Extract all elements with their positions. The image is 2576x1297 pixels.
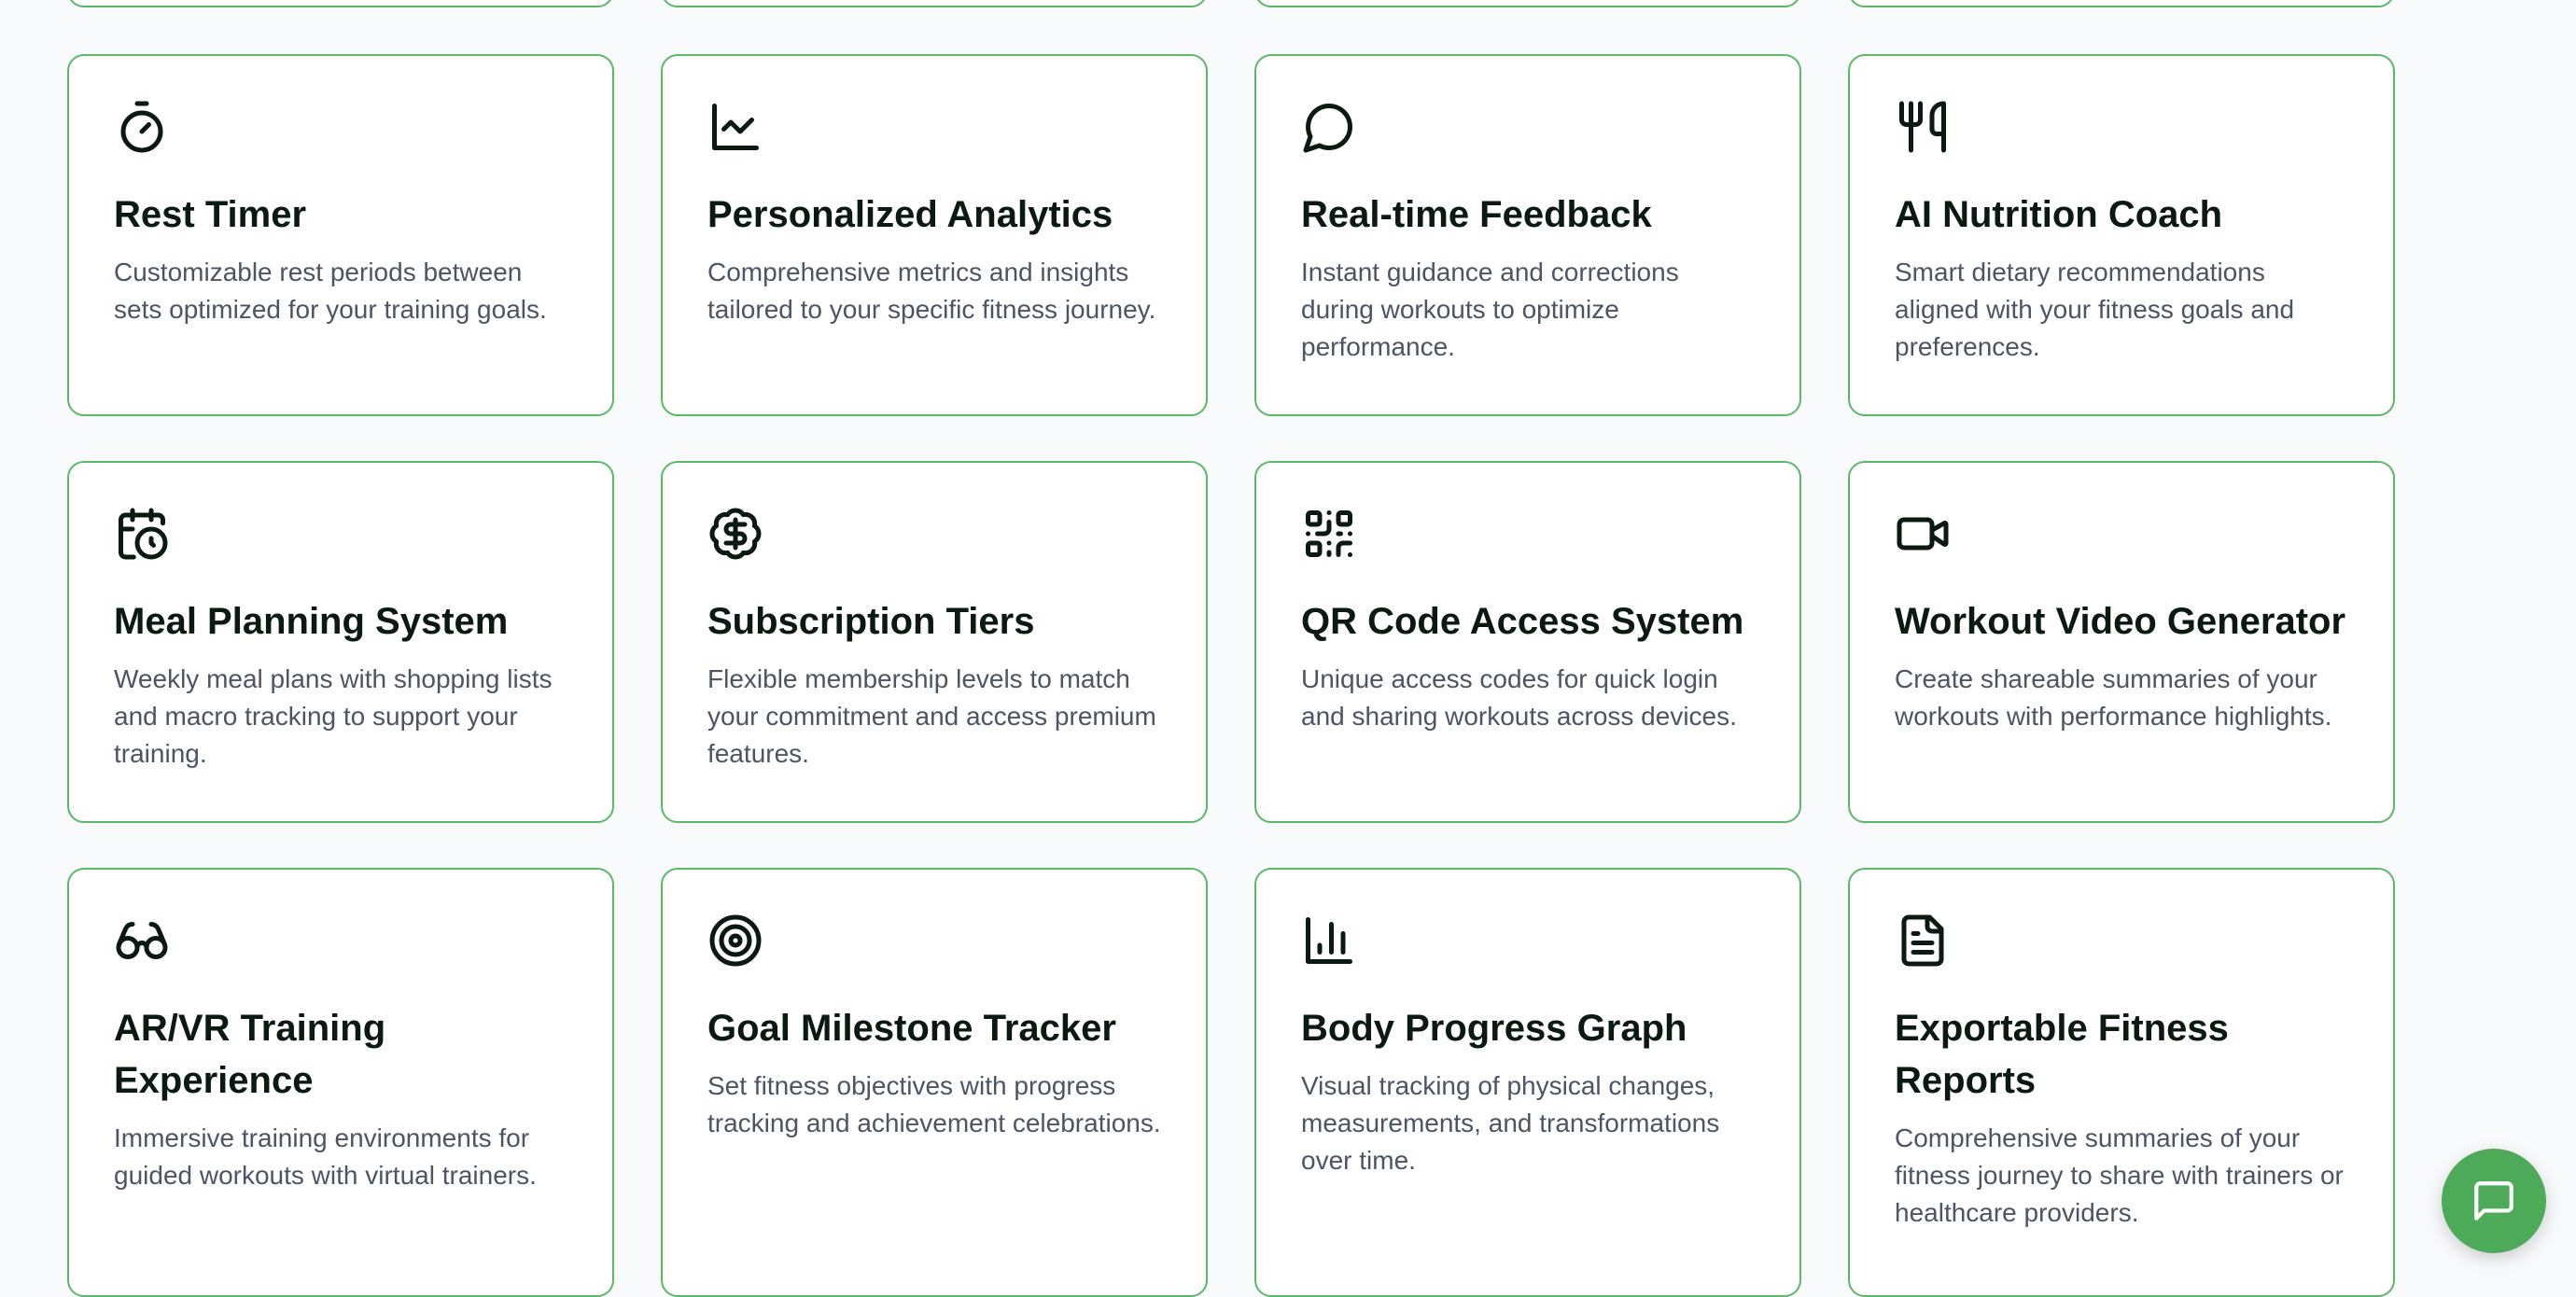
feature-title: Real-time Feedback [1301,194,1652,235]
feature-description: Customizable rest periods between sets o… [114,258,547,324]
feature-card-meal-planning-system: Meal Planning System Weekly meal plans w… [67,461,614,823]
feature-description: Comprehensive metrics and insights tailo… [707,258,1156,324]
glasses-icon [114,913,170,976]
line-chart-icon [707,99,763,162]
feature-title: Workout Video Generator [1895,601,2346,642]
feature-description: Comprehensive summaries of your fitness … [1895,1123,2344,1227]
feature-title: Body Progress Graph [1301,1008,1687,1049]
feature-title: AR/VR Training Experience [114,1008,386,1101]
dollar-badge-icon [707,506,763,569]
feature-card-goal-milestone-tracker: Goal Milestone Tracker Set fitness objec… [661,868,1208,1297]
feature-description: Smart dietary recommendations aligned wi… [1895,258,2295,361]
feature-card-partial [67,0,614,7]
speech-bubble-icon [1301,99,1357,162]
utensils-icon [1895,99,1951,162]
feature-card-exportable-fitness-reports: Exportable Fitness Reports Comprehensive… [1848,868,2395,1297]
feature-card-partial [1254,0,1801,7]
feature-description: Instant guidance and corrections during … [1301,258,1679,361]
feature-title: Exportable Fitness Reports [1895,1008,2229,1101]
feature-description: Create shareable summaries of your worko… [1895,664,2332,731]
feature-description: Visual tracking of physical changes, mea… [1301,1071,1720,1175]
feature-card-partial [661,0,1208,7]
feature-description: Immersive training environments for guid… [114,1123,537,1190]
feature-title: Meal Planning System [114,601,509,642]
feature-card-ar-vr-training-experience: AR/VR Training Experience Immersive trai… [67,868,614,1297]
feature-card-body-progress-graph: Body Progress Graph Visual tracking of p… [1254,868,1801,1297]
feature-card-ai-nutrition-coach: AI Nutrition Coach Smart dietary recomme… [1848,54,2395,416]
stopwatch-icon [114,99,170,162]
document-icon [1895,913,1951,976]
feature-title: Rest Timer [114,194,307,235]
feature-card-workout-video-generator: Workout Video Generator Create shareable… [1848,461,2395,823]
feature-description: Set fitness objectives with progress tra… [707,1071,1161,1137]
feature-title: Goal Milestone Tracker [707,1008,1116,1049]
qr-code-icon [1301,506,1357,569]
feature-card-personalized-analytics: Personalized Analytics Comprehensive met… [661,54,1208,416]
chat-button[interactable] [2442,1149,2546,1253]
feature-card-partial [1848,0,2395,7]
calendar-clock-icon [114,506,170,569]
bar-chart-icon [1301,913,1357,976]
feature-title: Personalized Analytics [707,194,1113,235]
feature-card-subscription-tiers: Subscription Tiers Flexible membership l… [661,461,1208,823]
chat-icon [2474,1181,2513,1220]
target-icon [707,913,763,976]
feature-card-qr-code-access-system: QR Code Access System Unique access code… [1254,461,1801,823]
feature-description: Unique access codes for quick login and … [1301,664,1737,731]
video-camera-icon [1895,506,1951,569]
feature-title: Subscription Tiers [707,601,1035,642]
feature-title: AI Nutrition Coach [1895,194,2223,235]
feature-title: QR Code Access System [1301,601,1744,642]
feature-card-real-time-feedback: Real-time Feedback Instant guidance and … [1254,54,1801,416]
feature-grid: Rest Timer Customizable rest periods bet… [67,0,2395,1297]
feature-description: Flexible membership levels to match your… [707,664,1156,768]
feature-description: Weekly meal plans with shopping lists an… [114,664,553,768]
feature-card-rest-timer: Rest Timer Customizable rest periods bet… [67,54,614,416]
